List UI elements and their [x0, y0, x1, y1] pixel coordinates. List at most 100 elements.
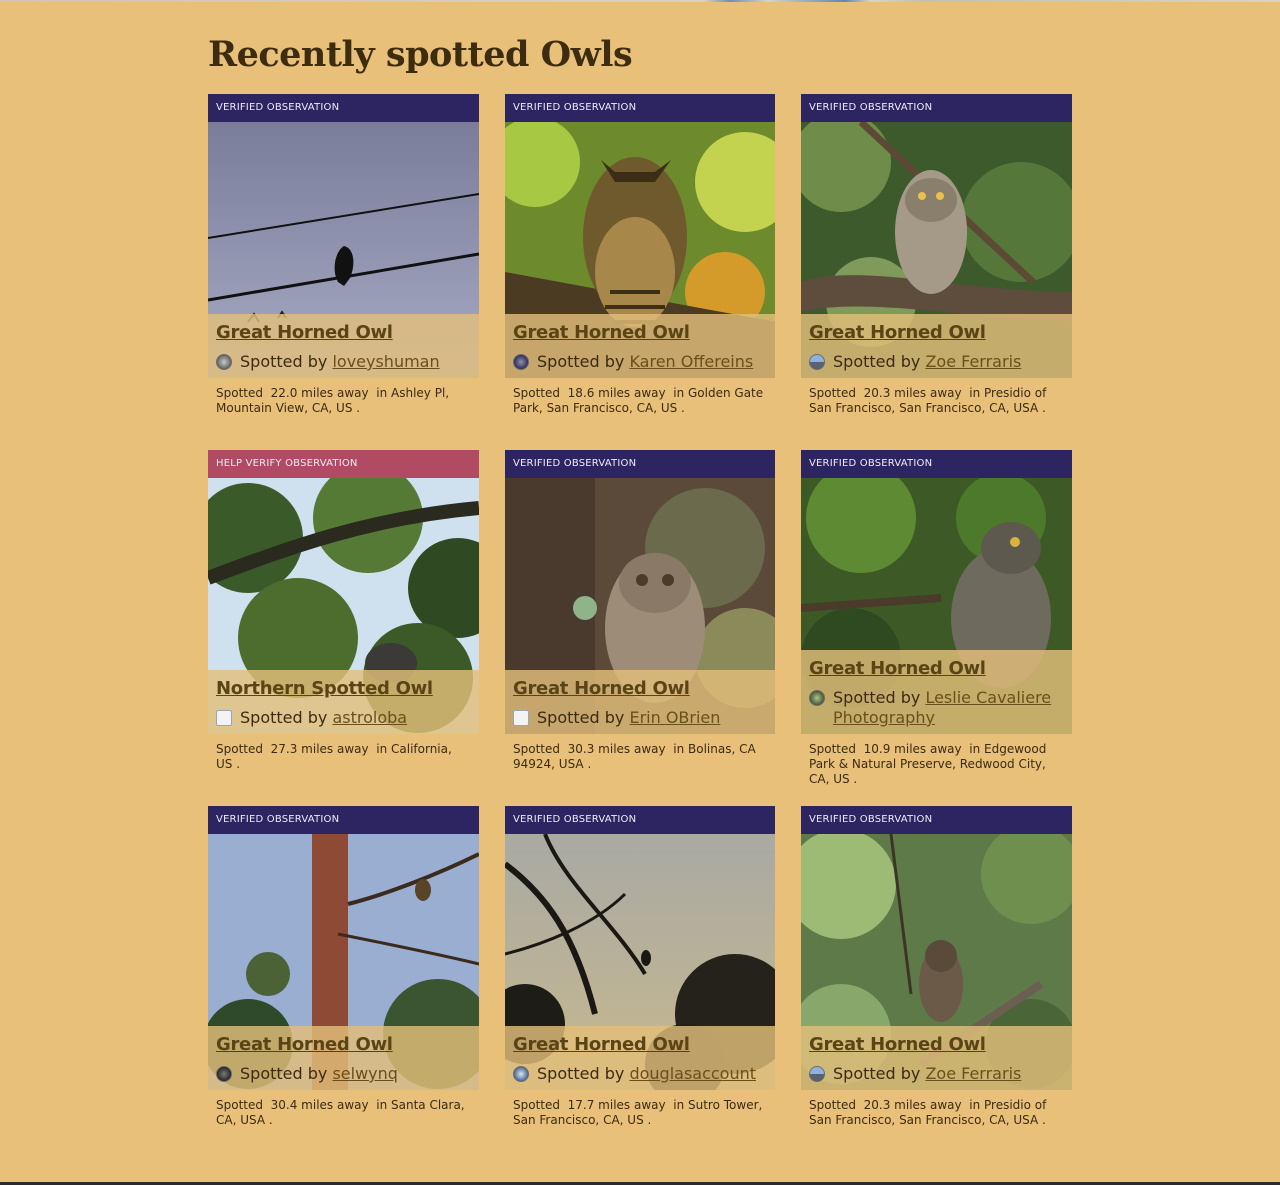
spotted-label: Spotted	[513, 1098, 560, 1112]
observation-card[interactable]: HELP VERIFY OBSERVATION Northern Spotted…	[208, 450, 479, 772]
spotted-by-label: Spotted by	[240, 352, 328, 371]
user-avatar-icon	[809, 1066, 825, 1082]
verified-badge: VERIFIED OBSERVATION	[208, 806, 479, 834]
spotted-by-row: Spotted by selwynq	[216, 1064, 471, 1084]
verified-badge: VERIFIED OBSERVATION	[505, 94, 775, 122]
observation-card[interactable]: VERIFIED OBSERVATION Great Horned Owl Sp…	[208, 94, 479, 416]
observation-meta: Spotted 30.3 miles away in Bolinas, CA 9…	[505, 734, 775, 772]
verified-badge: VERIFIED OBSERVATION	[505, 450, 775, 478]
user-link[interactable]: selwynq	[332, 1064, 397, 1083]
species-link[interactable]: Northern Spotted Owl	[216, 678, 471, 700]
observation-card[interactable]: VERIFIED OBSERVATION Great Horned Owl Sp…	[505, 450, 775, 772]
spotted-by-label: Spotted by	[240, 1064, 328, 1083]
user-avatar-icon	[809, 354, 825, 370]
verified-badge: VERIFIED OBSERVATION	[505, 806, 775, 834]
distance-text: 10.9 miles away	[863, 742, 962, 756]
species-link[interactable]: Great Horned Owl	[216, 322, 471, 344]
card-overlay: Great Horned Owl Spotted by loveyshuman	[208, 314, 479, 378]
spotted-by-row: Spotted by Zoe Ferraris	[809, 352, 1064, 372]
observation-meta: Spotted 22.0 miles away in Ashley Pl, Mo…	[208, 378, 479, 416]
distance-text: 20.3 miles away	[863, 386, 962, 400]
user-link[interactable]: Erin OBrien	[629, 708, 720, 727]
user-link[interactable]: loveyshuman	[332, 352, 439, 371]
observation-meta: Spotted 17.7 miles away in Sutro Tower, …	[505, 1090, 775, 1128]
observation-card[interactable]: VERIFIED OBSERVATION Great Horned Owl Sp…	[505, 94, 775, 416]
species-link[interactable]: Great Horned Owl	[513, 1034, 767, 1056]
verified-badge: VERIFIED OBSERVATION	[801, 94, 1072, 122]
owl-photo[interactable]: Great Horned Owl Spotted by selwynq	[208, 834, 479, 1090]
observation-card[interactable]: VERIFIED OBSERVATION Great Horned Owl Sp…	[801, 450, 1072, 787]
owl-photo[interactable]: Great Horned Owl Spotted by Zoe Ferraris	[801, 122, 1072, 378]
user-link[interactable]: Zoe Ferraris	[925, 352, 1021, 371]
verified-badge: VERIFIED OBSERVATION	[801, 450, 1072, 478]
observation-meta: Spotted 27.3 miles away in California, U…	[208, 734, 479, 772]
spotted-label: Spotted	[809, 386, 856, 400]
spotted-by-row: Spotted by Leslie Cavaliere Photography	[809, 688, 1064, 728]
card-overlay: Great Horned Owl Spotted by Zoe Ferraris	[801, 314, 1072, 378]
spotted-by-row: Spotted by douglasaccount	[513, 1064, 767, 1084]
help-verify-badge: HELP VERIFY OBSERVATION	[208, 450, 479, 478]
distance-text: 30.4 miles away	[270, 1098, 369, 1112]
card-overlay: Great Horned Owl Spotted by Erin OBrien	[505, 670, 775, 734]
spotted-label: Spotted	[809, 1098, 856, 1112]
spotted-by-row: Spotted by loveyshuman	[216, 352, 471, 372]
card-overlay: Great Horned Owl Spotted by Karen Offere…	[505, 314, 775, 378]
verified-badge: VERIFIED OBSERVATION	[208, 94, 479, 122]
owl-photo[interactable]: Great Horned Owl Spotted by loveyshuman	[208, 122, 479, 378]
species-link[interactable]: Great Horned Owl	[809, 658, 1064, 680]
species-link[interactable]: Great Horned Owl	[809, 1034, 1064, 1056]
observation-meta: Spotted 30.4 miles away in Santa Clara, …	[208, 1090, 479, 1128]
user-link[interactable]: astroloba	[332, 708, 407, 727]
owl-photo[interactable]: Great Horned Owl Spotted by douglasaccou…	[505, 834, 775, 1090]
spotted-by-label: Spotted by	[833, 352, 921, 371]
distance-text: 17.7 miles away	[567, 1098, 666, 1112]
spotted-by-row: Spotted by Zoe Ferraris	[809, 1064, 1064, 1084]
user-link[interactable]: douglasaccount	[629, 1064, 756, 1083]
distance-text: 18.6 miles away	[567, 386, 666, 400]
owl-photo[interactable]: Great Horned Owl Spotted by Karen Offere…	[505, 122, 775, 378]
card-overlay: Great Horned Owl Spotted by Leslie Caval…	[801, 650, 1072, 734]
user-avatar-icon	[216, 710, 232, 726]
observation-card[interactable]: VERIFIED OBSERVATION Great Horned Owl Sp…	[801, 806, 1072, 1128]
distance-text: 27.3 miles away	[270, 742, 369, 756]
spotted-by-row: Spotted by Karen Offereins	[513, 352, 767, 372]
distance-text: 20.3 miles away	[863, 1098, 962, 1112]
spotted-by-label: Spotted by	[833, 1064, 921, 1083]
observation-card[interactable]: VERIFIED OBSERVATION Great Horned Owl Sp…	[505, 806, 775, 1128]
observation-meta: Spotted 18.6 miles away in Golden Gate P…	[505, 378, 775, 416]
owl-photo[interactable]: Great Horned Owl Spotted by Erin OBrien	[505, 478, 775, 734]
user-avatar-icon	[216, 1066, 232, 1082]
spotted-by-row: Spotted by astroloba	[216, 708, 471, 728]
species-link[interactable]: Great Horned Owl	[513, 678, 767, 700]
species-link[interactable]: Great Horned Owl	[809, 322, 1064, 344]
card-overlay: Northern Spotted Owl Spotted by astrolob…	[208, 670, 479, 734]
user-avatar-icon	[809, 690, 825, 706]
spotted-label: Spotted	[216, 1098, 263, 1112]
spotted-label: Spotted	[513, 742, 560, 756]
distance-text: 22.0 miles away	[270, 386, 369, 400]
verified-badge: VERIFIED OBSERVATION	[801, 806, 1072, 834]
user-avatar-icon	[216, 354, 232, 370]
spotted-by-label: Spotted by	[537, 708, 625, 727]
page-title: Recently spotted Owls	[208, 34, 633, 75]
spotted-by-row: Spotted by Erin OBrien	[513, 708, 767, 728]
spotted-label: Spotted	[513, 386, 560, 400]
user-link[interactable]: Zoe Ferraris	[925, 1064, 1021, 1083]
owl-photo[interactable]: Great Horned Owl Spotted by Leslie Caval…	[801, 478, 1072, 734]
owl-photo[interactable]: Northern Spotted Owl Spotted by astrolob…	[208, 478, 479, 734]
spotted-label: Spotted	[809, 742, 856, 756]
distance-text: 30.3 miles away	[567, 742, 666, 756]
observation-meta: Spotted 10.9 miles away in Edgewood Park…	[801, 734, 1072, 787]
user-avatar-icon	[513, 710, 529, 726]
user-link[interactable]: Karen Offereins	[629, 352, 753, 371]
observation-card[interactable]: VERIFIED OBSERVATION Great Horned Owl Sp…	[801, 94, 1072, 416]
spotted-by-label: Spotted by	[833, 688, 921, 707]
observation-meta: Spotted 20.3 miles away in Presidio of S…	[801, 378, 1072, 416]
species-link[interactable]: Great Horned Owl	[513, 322, 767, 344]
observation-card[interactable]: VERIFIED OBSERVATION Great Horned Owl Sp…	[208, 806, 479, 1128]
species-link[interactable]: Great Horned Owl	[216, 1034, 471, 1056]
owl-photo[interactable]: Great Horned Owl Spotted by Zoe Ferraris	[801, 834, 1072, 1090]
card-overlay: Great Horned Owl Spotted by douglasaccou…	[505, 1026, 775, 1090]
spotted-by-label: Spotted by	[537, 1064, 625, 1083]
user-avatar-icon	[513, 354, 529, 370]
